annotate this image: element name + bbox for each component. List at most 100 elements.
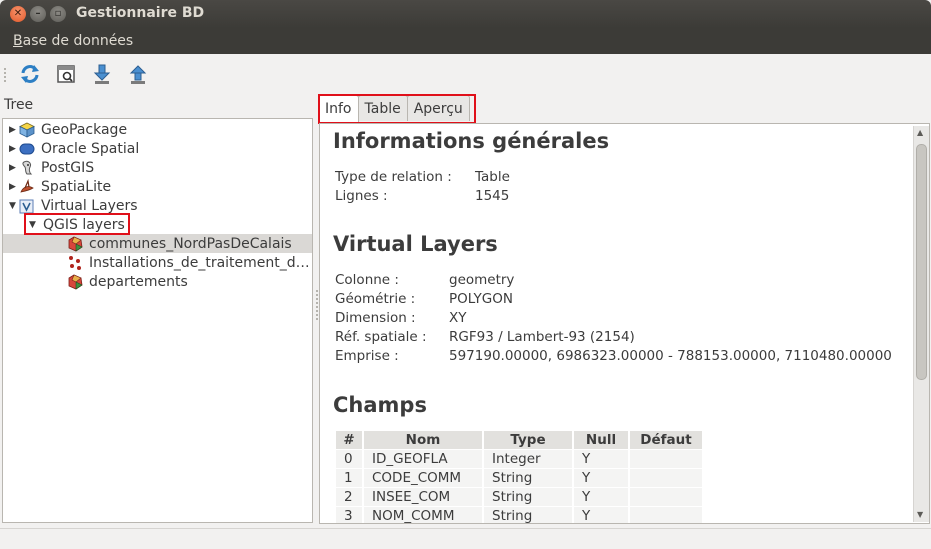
point-layer-icon [67, 255, 83, 271]
toolbar-grip[interactable] [4, 68, 7, 82]
export-icon [129, 65, 147, 84]
relation-type-value: Table [475, 169, 510, 185]
table-row: 3 NOM_COMM String Y [336, 507, 702, 523]
geopackage-icon [19, 122, 35, 138]
tree-node-geopackage[interactable]: ▶ GeoPackage [9, 120, 127, 139]
tree-node-spatialite[interactable]: ▶ SpatiaLite [9, 177, 111, 196]
tree-node-label: Oracle Spatial [41, 140, 140, 157]
info-panel: Informations générales Type de relation … [319, 123, 930, 524]
cell-type: String [484, 488, 572, 506]
column-header-default: Défaut [630, 431, 702, 449]
import-layer-button[interactable] [90, 62, 114, 86]
tree-node-departements[interactable]: departements [67, 272, 188, 291]
oracle-icon [19, 141, 35, 157]
expand-arrow-icon[interactable]: ▶ [9, 144, 19, 154]
highlight-box-qgis-layers [24, 213, 130, 235]
cell-name: CODE_COMM [364, 469, 482, 487]
cell-default [630, 469, 702, 487]
tree-node-label: departements [89, 273, 188, 290]
column-value: geometry [449, 272, 515, 288]
status-bar [0, 528, 931, 549]
toolbar [0, 54, 931, 94]
cell-index: 1 [336, 469, 362, 487]
refresh-button[interactable] [18, 62, 42, 86]
column-header-null: Null [574, 431, 628, 449]
fields-table: # Nom Type Null Défaut 0 ID_GEOFLA Integ… [334, 430, 704, 523]
rows-value: 1545 [475, 188, 510, 204]
tree-node-installations[interactable]: Installations_de_traitement_d… [67, 253, 310, 272]
cell-null: Y [574, 507, 628, 523]
expand-arrow-icon[interactable]: ▶ [9, 182, 19, 192]
close-window-button[interactable]: ✕ [10, 6, 26, 22]
cell-null: Y [574, 469, 628, 487]
import-layer-icon [93, 64, 111, 84]
export-button[interactable] [126, 62, 150, 86]
collapse-arrow-icon[interactable]: ▼ [9, 201, 19, 211]
db-tree[interactable]: ▶ GeoPackage ▶ Oracle Spatial ▶ PostGIS … [2, 118, 313, 523]
column-header-index: # [336, 431, 362, 449]
window: ✕ – ▫ Gestionnaire BD Base de données Tr… [0, 0, 931, 549]
tree-node-oracle[interactable]: ▶ Oracle Spatial [9, 139, 139, 158]
tree-node-label: SpatiaLite [41, 178, 112, 195]
menu-base-de-donnees[interactable]: Base de données [13, 33, 133, 49]
tree-node-label: Installations_de_traitement_d… [89, 254, 310, 271]
panel-splitter[interactable] [316, 290, 318, 320]
cell-index: 2 [336, 488, 362, 506]
scrollbar-thumb[interactable] [916, 144, 927, 380]
relation-type-label: Type de relation : [335, 169, 452, 185]
spatial-ref-value: RGF93 / Lambert-93 (2154) [449, 329, 635, 345]
tree-node-label: communes_NordPasDeCalais [89, 235, 292, 252]
cell-index: 3 [336, 507, 362, 523]
tree-node-communes[interactable]: communes_NordPasDeCalais [3, 234, 312, 253]
postgis-icon [19, 160, 35, 176]
extent-label: Emprise : [335, 348, 399, 364]
cell-type: String [484, 507, 572, 523]
sql-window-button[interactable] [54, 62, 78, 86]
table-row: 1 CODE_COMM String Y [336, 469, 702, 487]
spatialite-icon [19, 178, 35, 195]
column-header-name: Nom [364, 431, 482, 449]
menu-mnemonic: B [13, 33, 23, 49]
refresh-icon [21, 65, 39, 83]
cell-default [630, 450, 702, 468]
extent-value: 597190.00000, 6986323.00000 - 788153.000… [449, 348, 892, 364]
title-bar: ✕ – ▫ Gestionnaire BD [0, 0, 931, 28]
geometry-value: POLYGON [449, 291, 513, 307]
geometry-label: Géométrie : [335, 291, 416, 307]
virtual-layers-icon [19, 198, 35, 214]
polygon-layer-icon [67, 236, 83, 252]
cell-null: Y [574, 488, 628, 506]
window-title: Gestionnaire BD [76, 5, 205, 21]
cell-type: String [484, 469, 572, 487]
table-row: 0 ID_GEOFLA Integer Y [336, 450, 702, 468]
tree-label: Tree [4, 97, 34, 113]
table-header-row: # Nom Type Null Défaut [336, 431, 702, 449]
menu-bar: Base de données [0, 28, 931, 54]
dimension-value: XY [449, 310, 467, 326]
spatial-ref-label: Réf. spatiale : [335, 329, 427, 345]
column-header-type: Type [484, 431, 572, 449]
cell-default [630, 507, 702, 523]
fields-heading: Champs [333, 393, 427, 417]
highlight-box-tabs [318, 94, 476, 124]
scroll-up-icon[interactable]: ▲ [917, 128, 923, 137]
maximize-window-button[interactable]: ▫ [50, 6, 66, 22]
cell-name: NOM_COMM [364, 507, 482, 523]
dimension-label: Dimension : [335, 310, 416, 326]
tree-node-label: PostGIS [41, 159, 95, 176]
cell-index: 0 [336, 450, 362, 468]
cell-name: ID_GEOFLA [364, 450, 482, 468]
scroll-down-icon[interactable]: ▼ [917, 510, 923, 519]
column-label: Colonne : [335, 272, 399, 288]
expand-arrow-icon[interactable]: ▶ [9, 163, 19, 173]
expand-arrow-icon[interactable]: ▶ [9, 125, 19, 135]
tree-node-postgis[interactable]: ▶ PostGIS [9, 158, 94, 177]
cell-default [630, 488, 702, 506]
minimize-window-button[interactable]: – [30, 6, 46, 22]
info-scrollbar[interactable]: ▲ ▼ [913, 126, 929, 522]
cell-type: Integer [484, 450, 572, 468]
menu-label: ase de données [22, 33, 134, 49]
sql-window-icon [57, 65, 75, 83]
table-row: 2 INSEE_COM String Y [336, 488, 702, 506]
rows-label: Lignes : [335, 188, 388, 204]
